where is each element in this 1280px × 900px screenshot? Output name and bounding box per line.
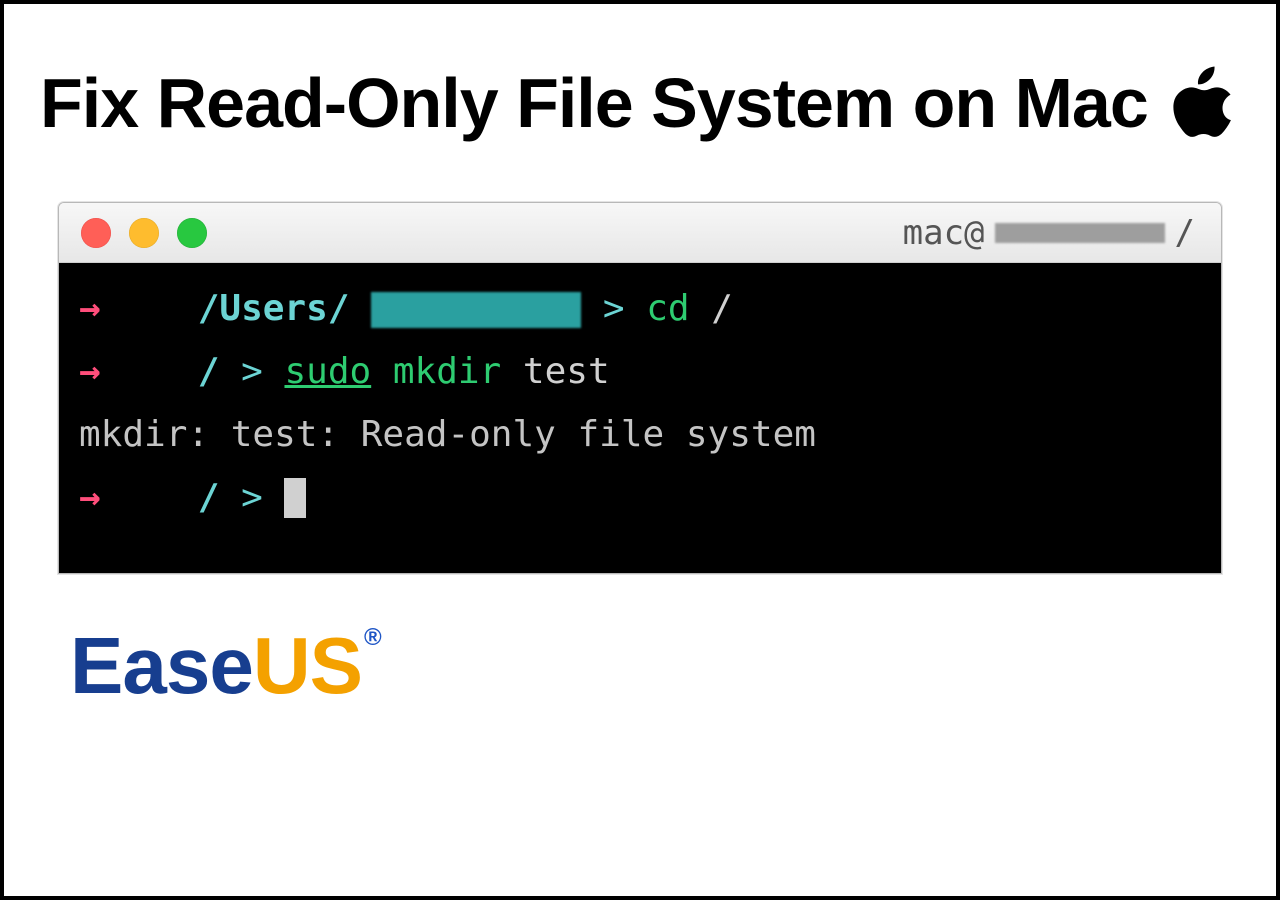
cwd-path: / [198,351,220,392]
prompt-arrow-icon: → [79,277,111,340]
command-arg: test [523,351,610,392]
cwd-path: / [198,477,220,518]
terminal-line-4: → / > [79,466,1201,529]
terminal-line-2: → / > sudo mkdir test [79,340,1201,403]
headline-text: Fix Read-Only File System on Mac [40,68,1148,138]
prompt-separator: > [603,288,646,329]
redacted-username [371,292,581,328]
title-redacted [995,223,1165,243]
traffic-lights [81,218,207,248]
headline: Fix Read-Only File System on Mac [34,64,1246,142]
minimize-icon[interactable] [129,218,159,248]
title-prefix: mac@ [903,213,985,253]
apple-icon [1170,64,1232,142]
command-mkdir: mkdir [393,351,501,392]
prompt-separator: > [241,477,284,518]
terminal-line-3-output: mkdir: test: Read-only file system [79,403,1201,466]
close-icon[interactable] [81,218,111,248]
command-sudo: sudo [284,351,371,392]
terminal-line-1: → /Users/ > cd / [79,277,1201,340]
terminal-window: mac@ / → /Users/ > cd / → / > sudo [58,202,1222,574]
prompt-arrow-icon: → [79,340,111,403]
terminal-body[interactable]: → /Users/ > cd / → / > sudo mkdir test m… [59,263,1221,573]
brand-part-2: US [253,620,362,712]
title-suffix: / [1175,213,1195,253]
command-cd: cd [646,288,689,329]
easeus-logo: EaseUS® [70,620,1246,712]
registered-icon: ® [364,624,381,652]
brand-part-1: Ease [70,620,253,712]
prompt-separator: > [241,351,284,392]
cwd-path: /Users/ [198,288,350,329]
terminal-title: mac@ / [903,203,1195,262]
cursor-icon [284,478,306,518]
card-frame: Fix Read-Only File System on Mac mac@ / … [0,0,1280,900]
zoom-icon[interactable] [177,218,207,248]
terminal-titlebar: mac@ / [59,203,1221,263]
prompt-arrow-icon: → [79,466,111,529]
command-arg: / [711,288,733,329]
